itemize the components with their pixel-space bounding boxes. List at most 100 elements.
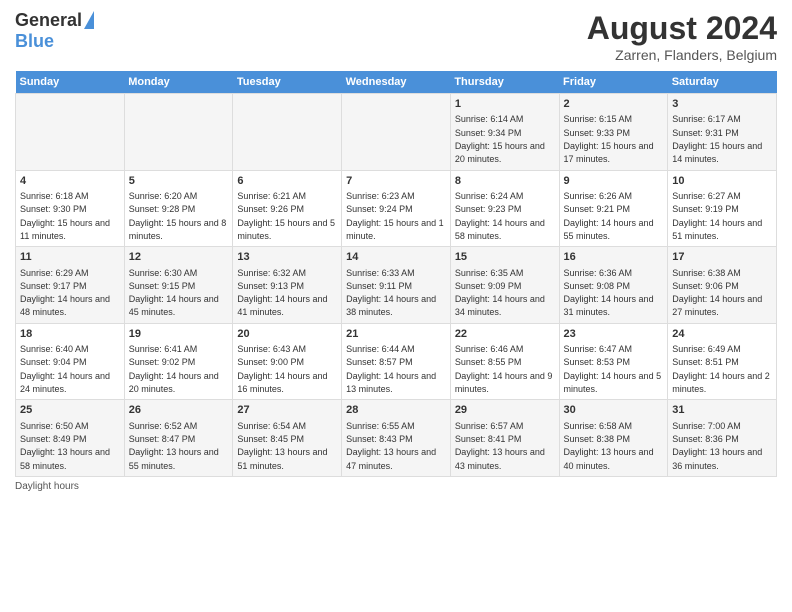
day-info: Sunrise: 6:43 AM Sunset: 9:00 PM Dayligh… — [237, 344, 327, 394]
day-number: 23 — [564, 327, 664, 342]
day-info: Sunrise: 6:15 AM Sunset: 9:33 PM Dayligh… — [564, 114, 654, 164]
day-number: 28 — [346, 403, 446, 418]
logo-blue: Blue — [15, 31, 54, 52]
day-cell: 6 Sunrise: 6:21 AM Sunset: 9:26 PM Daylig… — [233, 170, 342, 247]
day-number: 10 — [672, 174, 772, 189]
week-row-5: 25 Sunrise: 6:50 AM Sunset: 8:49 PM Dayli… — [16, 400, 777, 477]
day-number: 31 — [672, 403, 772, 418]
day-cell: 31 Sunrise: 7:00 AM Sunset: 8:36 PM Dayli… — [668, 400, 777, 477]
day-info: Sunrise: 6:36 AM Sunset: 9:08 PM Dayligh… — [564, 268, 654, 318]
calendar-header: SundayMondayTuesdayWednesdayThursdayFrid… — [16, 71, 777, 94]
page-subtitle: Zarren, Flanders, Belgium — [587, 47, 777, 63]
day-cell: 26 Sunrise: 6:52 AM Sunset: 8:47 PM Dayli… — [124, 400, 233, 477]
day-info: Sunrise: 6:55 AM Sunset: 8:43 PM Dayligh… — [346, 421, 436, 471]
day-cell: 2 Sunrise: 6:15 AM Sunset: 9:33 PM Daylig… — [559, 94, 668, 171]
day-number: 19 — [129, 327, 229, 342]
day-cell: 20 Sunrise: 6:43 AM Sunset: 9:00 PM Dayli… — [233, 323, 342, 400]
day-cell — [342, 94, 451, 171]
day-number: 5 — [129, 174, 229, 189]
day-info: Sunrise: 6:24 AM Sunset: 9:23 PM Dayligh… — [455, 191, 545, 241]
day-number: 22 — [455, 327, 555, 342]
day-number: 6 — [237, 174, 337, 189]
day-number: 8 — [455, 174, 555, 189]
day-number: 16 — [564, 250, 664, 265]
day-cell: 22Sunrise: 6:46 AM Sunset: 8:55 PM Dayli… — [450, 323, 559, 400]
day-number: 24 — [672, 327, 772, 342]
calendar-table: SundayMondayTuesdayWednesdayThursdayFrid… — [15, 71, 777, 477]
day-cell: 5 Sunrise: 6:20 AM Sunset: 9:28 PM Daylig… — [124, 170, 233, 247]
day-cell: 30Sunrise: 6:58 AM Sunset: 8:38 PM Dayli… — [559, 400, 668, 477]
day-info: Sunrise: 6:14 AM Sunset: 9:34 PM Dayligh… — [455, 114, 545, 164]
day-cell: 13 Sunrise: 6:32 AM Sunset: 9:13 PM Dayli… — [233, 247, 342, 324]
day-cell: 27 Sunrise: 6:54 AM Sunset: 8:45 PM Dayli… — [233, 400, 342, 477]
day-info: Sunrise: 6:50 AM Sunset: 8:49 PM Dayligh… — [20, 421, 110, 471]
day-number: 25 — [20, 403, 120, 418]
day-info: Sunrise: 6:18 AM Sunset: 9:30 PM Dayligh… — [20, 191, 110, 241]
day-number: 18 — [20, 327, 120, 342]
day-number: 21 — [346, 327, 446, 342]
day-info: Sunrise: 6:49 AM Sunset: 8:51 PM Dayligh… — [672, 344, 770, 394]
day-cell: 18 Sunrise: 6:40 AM Sunset: 9:04 PM Dayli… — [16, 323, 125, 400]
day-info: Sunrise: 6:33 AM Sunset: 9:11 PM Dayligh… — [346, 268, 436, 318]
day-info: Sunrise: 6:54 AM Sunset: 8:45 PM Dayligh… — [237, 421, 327, 471]
footer: Daylight hours — [15, 481, 777, 492]
day-info: Sunrise: 6:20 AM Sunset: 9:28 PM Dayligh… — [129, 191, 227, 241]
header-cell-tuesday: Tuesday — [233, 71, 342, 94]
day-cell: 19 Sunrise: 6:41 AM Sunset: 9:02 PM Dayli… — [124, 323, 233, 400]
day-info: Sunrise: 6:40 AM Sunset: 9:04 PM Dayligh… — [20, 344, 110, 394]
day-info: Sunrise: 7:00 AM Sunset: 8:36 PM Dayligh… — [672, 421, 762, 471]
header-row: SundayMondayTuesdayWednesdayThursdayFrid… — [16, 71, 777, 94]
day-cell: 24 Sunrise: 6:49 AM Sunset: 8:51 PM Dayli… — [668, 323, 777, 400]
day-number: 9 — [564, 174, 664, 189]
day-number: 27 — [237, 403, 337, 418]
day-number: 29 — [455, 403, 555, 418]
calendar-body: 1 Sunrise: 6:14 AM Sunset: 9:34 PM Daylig… — [16, 94, 777, 477]
day-number: 1 — [455, 97, 555, 112]
header-cell-thursday: Thursday — [450, 71, 559, 94]
day-cell: 11Sunrise: 6:29 AM Sunset: 9:17 PM Dayli… — [16, 247, 125, 324]
day-cell: 23 Sunrise: 6:47 AM Sunset: 8:53 PM Dayli… — [559, 323, 668, 400]
day-number: 20 — [237, 327, 337, 342]
day-number: 15 — [455, 250, 555, 265]
day-info: Sunrise: 6:21 AM Sunset: 9:26 PM Dayligh… — [237, 191, 335, 241]
logo-general: General — [15, 10, 82, 31]
day-info: Sunrise: 6:52 AM Sunset: 8:47 PM Dayligh… — [129, 421, 219, 471]
day-cell: 14Sunrise: 6:33 AM Sunset: 9:11 PM Dayli… — [342, 247, 451, 324]
footer-text: Daylight hours — [15, 481, 79, 492]
day-info: Sunrise: 6:38 AM Sunset: 9:06 PM Dayligh… — [672, 268, 762, 318]
title-block: August 2024 Zarren, Flanders, Belgium — [587, 10, 777, 63]
day-cell: 25 Sunrise: 6:50 AM Sunset: 8:49 PM Dayli… — [16, 400, 125, 477]
day-number: 2 — [564, 97, 664, 112]
day-info: Sunrise: 6:30 AM Sunset: 9:15 PM Dayligh… — [129, 268, 219, 318]
day-cell: 10 Sunrise: 6:27 AM Sunset: 9:19 PM Dayli… — [668, 170, 777, 247]
day-info: Sunrise: 6:27 AM Sunset: 9:19 PM Dayligh… — [672, 191, 762, 241]
day-cell: 15Sunrise: 6:35 AM Sunset: 9:09 PM Dayli… — [450, 247, 559, 324]
day-cell: 4Sunrise: 6:18 AM Sunset: 9:30 PM Daylig… — [16, 170, 125, 247]
day-cell: 7Sunrise: 6:23 AM Sunset: 9:24 PM Daylig… — [342, 170, 451, 247]
day-number: 11 — [20, 250, 120, 265]
day-number: 13 — [237, 250, 337, 265]
day-number: 12 — [129, 250, 229, 265]
header: General Blue August 2024 Zarren, Flander… — [15, 10, 777, 63]
day-cell: 29 Sunrise: 6:57 AM Sunset: 8:41 PM Dayli… — [450, 400, 559, 477]
header-cell-saturday: Saturday — [668, 71, 777, 94]
day-info: Sunrise: 6:57 AM Sunset: 8:41 PM Dayligh… — [455, 421, 545, 471]
day-cell — [16, 94, 125, 171]
day-cell: 21 Sunrise: 6:44 AM Sunset: 8:57 PM Dayli… — [342, 323, 451, 400]
day-info: Sunrise: 6:47 AM Sunset: 8:53 PM Dayligh… — [564, 344, 662, 394]
week-row-1: 1 Sunrise: 6:14 AM Sunset: 9:34 PM Daylig… — [16, 94, 777, 171]
header-cell-sunday: Sunday — [16, 71, 125, 94]
day-info: Sunrise: 6:26 AM Sunset: 9:21 PM Dayligh… — [564, 191, 654, 241]
logo: General Blue — [15, 10, 94, 52]
header-cell-friday: Friday — [559, 71, 668, 94]
day-info: Sunrise: 6:44 AM Sunset: 8:57 PM Dayligh… — [346, 344, 436, 394]
day-number: 26 — [129, 403, 229, 418]
day-cell: 12 Sunrise: 6:30 AM Sunset: 9:15 PM Dayli… — [124, 247, 233, 324]
day-info: Sunrise: 6:32 AM Sunset: 9:13 PM Dayligh… — [237, 268, 327, 318]
day-cell: 28 Sunrise: 6:55 AM Sunset: 8:43 PM Dayli… — [342, 400, 451, 477]
logo-text: General — [15, 10, 94, 31]
day-cell — [233, 94, 342, 171]
day-number: 3 — [672, 97, 772, 112]
day-info: Sunrise: 6:41 AM Sunset: 9:02 PM Dayligh… — [129, 344, 219, 394]
day-cell: 3Sunrise: 6:17 AM Sunset: 9:31 PM Daylig… — [668, 94, 777, 171]
